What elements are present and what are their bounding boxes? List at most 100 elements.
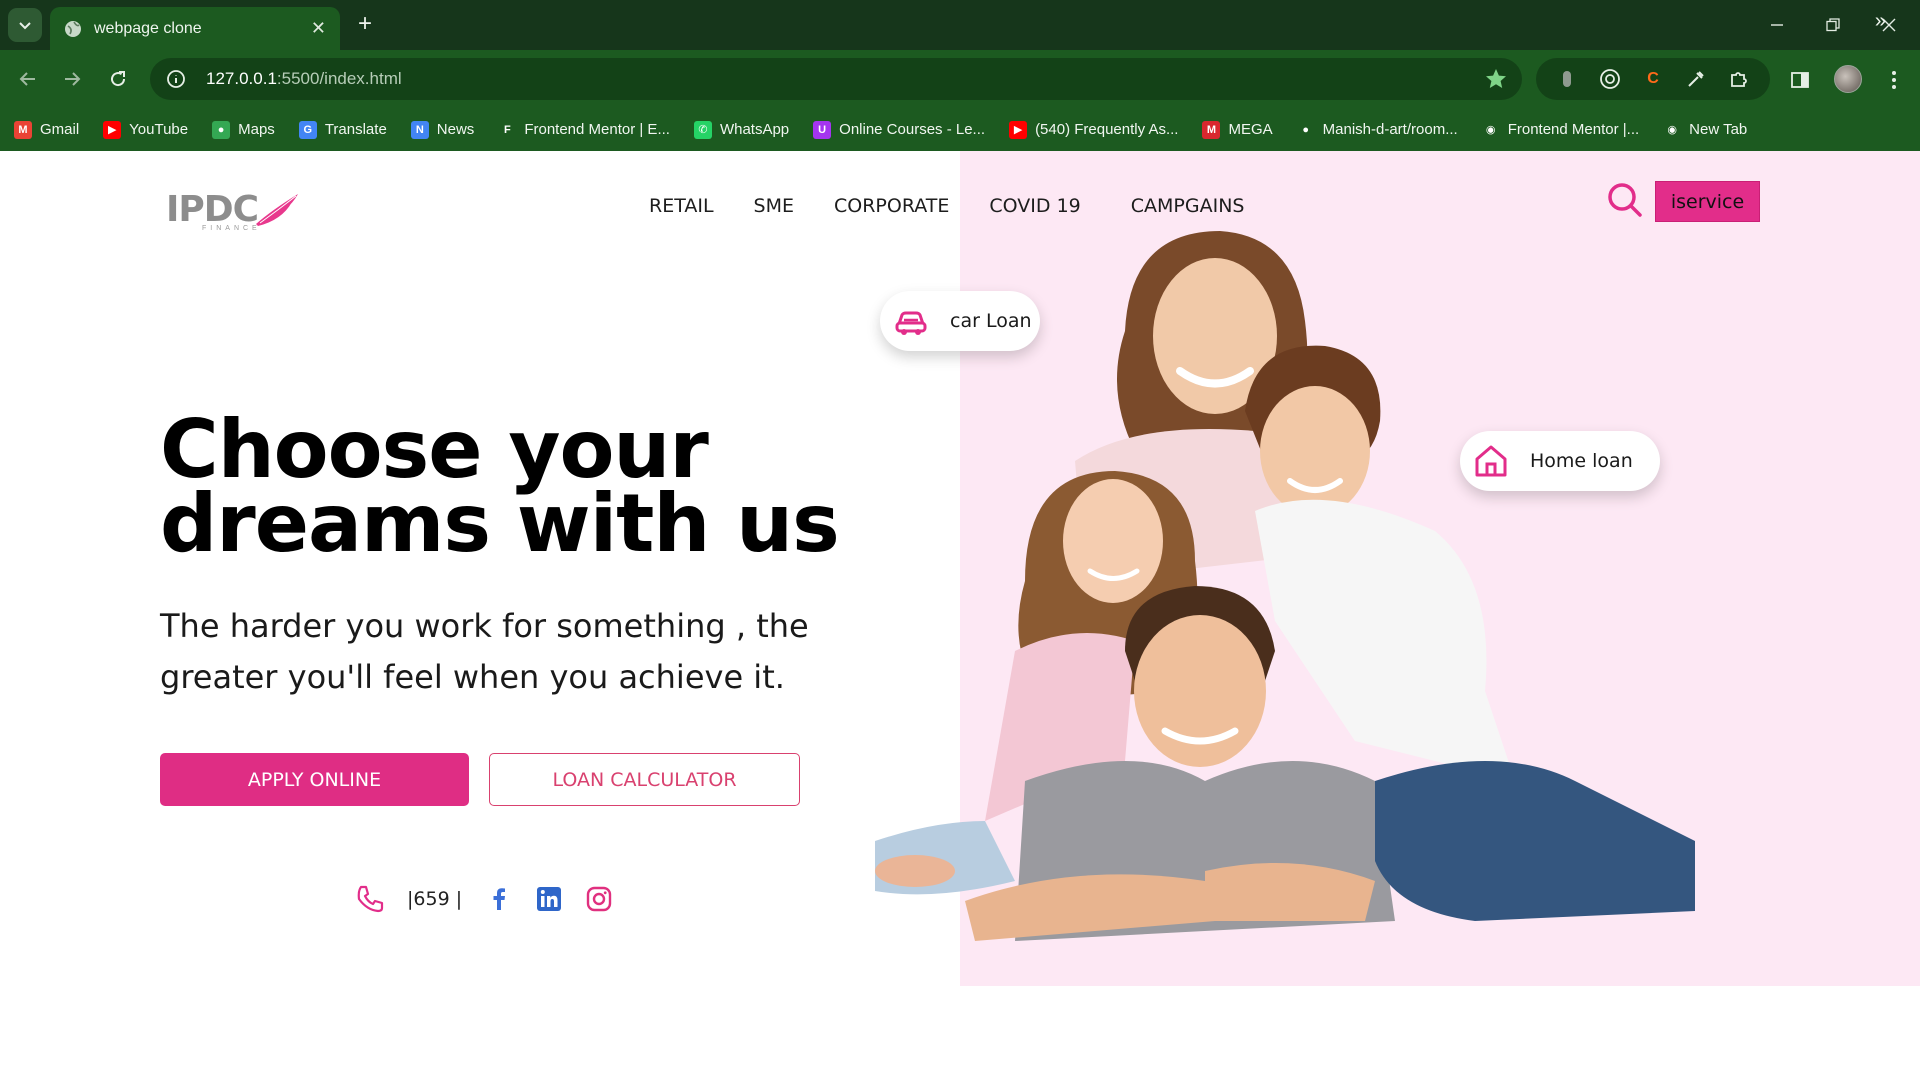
- url-text[interactable]: 127.0.0.1:5500/index.html: [206, 69, 402, 89]
- bookmarks-overflow-icon[interactable]: »: [1875, 10, 1886, 33]
- bookmark-label: (540) Frequently As...: [1035, 121, 1179, 138]
- forward-icon[interactable]: [58, 65, 86, 93]
- bookmark-item[interactable]: ● Maps: [212, 120, 275, 139]
- side-panel-icon[interactable]: [1786, 66, 1814, 94]
- car-icon: [895, 311, 927, 335]
- back-icon[interactable]: [14, 65, 42, 93]
- extensions-puzzle-icon[interactable]: [1726, 66, 1752, 92]
- bookmark-item[interactable]: ◉ New Tab: [1663, 121, 1747, 139]
- news-icon: N: [410, 120, 429, 139]
- bookmark-item[interactable]: ◉ Frontend Mentor |...: [1482, 121, 1639, 139]
- tab-active[interactable]: webpage clone ✕: [50, 7, 340, 50]
- more-menu-icon[interactable]: [1880, 66, 1908, 94]
- nav-retail[interactable]: RETAIL: [649, 195, 714, 217]
- bookmark-item[interactable]: ✆ WhatsApp: [693, 120, 790, 139]
- hero-subtitle: The harder you work for something , the …: [160, 607, 809, 696]
- bookmark-label: New Tab: [1689, 121, 1748, 138]
- restore-icon[interactable]: [1820, 12, 1846, 38]
- bookmark-star-icon[interactable]: [1484, 67, 1508, 91]
- bookmark-item[interactable]: M MEGA: [1202, 120, 1273, 139]
- facebook-icon[interactable]: [486, 886, 512, 912]
- home-loan-label: Home loan: [1530, 450, 1633, 472]
- translate-icon: G: [298, 120, 317, 139]
- site-logo[interactable]: IPDC FINANCE: [166, 189, 302, 232]
- tab-search-button[interactable]: [8, 8, 42, 42]
- apply-online-button[interactable]: APPLY ONLINE: [160, 753, 469, 806]
- youtube-icon: ▶: [1009, 120, 1028, 139]
- whatsapp-icon: ✆: [693, 120, 712, 139]
- udemy-icon: U: [813, 120, 832, 139]
- nav-corporate[interactable]: CORPORATE: [834, 195, 949, 217]
- feather-icon: [256, 193, 299, 226]
- bookmark-item[interactable]: G Translate: [298, 120, 387, 139]
- home-icon: [1475, 445, 1507, 477]
- phone-number: |659 |: [407, 888, 463, 910]
- site-info-icon[interactable]: [164, 67, 188, 91]
- mega-icon: M: [1202, 120, 1221, 139]
- bookmark-label: Translate: [324, 121, 387, 138]
- bookmark-item[interactable]: ● Manish-d-art/room...: [1297, 121, 1458, 139]
- bookmark-label: News: [436, 121, 475, 138]
- close-icon[interactable]: ✕: [311, 18, 326, 39]
- tab-strip: webpage clone ✕ +: [0, 0, 1920, 50]
- car-loan-label: car Loan: [950, 310, 1032, 332]
- nav-sme[interactable]: SME: [754, 195, 794, 217]
- nav-covid-19[interactable]: COVID 19: [989, 195, 1080, 217]
- extension-icon-2[interactable]: [1597, 66, 1623, 92]
- bookmark-label: WhatsApp: [719, 121, 790, 138]
- hero-title-line-2: dreams with us: [160, 477, 840, 570]
- car-loan-pill[interactable]: car Loan: [880, 291, 1040, 351]
- bookmark-label: Gmail: [40, 121, 80, 138]
- globe-icon: ◉: [1667, 124, 1677, 136]
- browser-toolbar: 127.0.0.1:5500/index.html C: [0, 50, 1920, 108]
- profile-avatar[interactable]: [1834, 65, 1862, 93]
- bookmark-item[interactable]: ▶ (540) Frequently As...: [1009, 120, 1179, 139]
- minimize-icon[interactable]: [1764, 12, 1790, 38]
- reload-icon[interactable]: [104, 65, 132, 93]
- search-icon[interactable]: [1606, 181, 1644, 219]
- bookmark-item[interactable]: F Frontend Mentor | E...: [498, 121, 670, 139]
- tab-title: webpage clone: [94, 19, 202, 37]
- linkedin-icon[interactable]: [536, 886, 562, 912]
- phone-icon[interactable]: [355, 884, 385, 914]
- bookmark-label: Frontend Mentor | E...: [524, 121, 670, 138]
- globe-icon: [65, 20, 81, 37]
- bookmark-item[interactable]: ▶ YouTube: [103, 120, 189, 139]
- url-host: 127.0.0.1: [206, 69, 277, 88]
- webpage: IPDC FINANCE RETAIL SME CORPORATE COVID …: [0, 151, 1920, 1080]
- globe-icon: ◉: [1485, 124, 1496, 136]
- contact-row: |659 |: [355, 884, 612, 914]
- youtube-icon: ▶: [103, 120, 122, 139]
- iservice-button[interactable]: iservice: [1655, 181, 1760, 222]
- bookmark-label: YouTube: [129, 121, 189, 138]
- instagram-icon[interactable]: [586, 886, 612, 912]
- new-tab-button[interactable]: +: [352, 12, 378, 38]
- logo-text: IPDC: [166, 189, 259, 230]
- gmail-icon: M: [14, 120, 32, 139]
- extensions-group: C: [1536, 58, 1770, 100]
- bookmark-label: Manish-d-art/room...: [1322, 121, 1458, 138]
- eyedropper-icon[interactable]: [1683, 66, 1709, 92]
- bookmark-label: Frontend Mentor |...: [1507, 121, 1640, 138]
- extension-icon-3[interactable]: C: [1640, 66, 1666, 92]
- github-icon: ●: [1302, 123, 1309, 136]
- extension-icon-1[interactable]: [1554, 66, 1580, 92]
- chevron-down-icon: [19, 22, 31, 30]
- bookmark-label: MEGA: [1228, 121, 1273, 138]
- bookmark-item[interactable]: N News: [410, 120, 475, 139]
- logo-subtext: FINANCE: [202, 225, 261, 232]
- bookmarks-bar: M Gmail ▶ YouTube ● Maps G Translate N News F Front…: [0, 108, 1920, 151]
- bookmark-item[interactable]: M Gmail: [14, 120, 80, 139]
- browser-chrome: webpage clone ✕ + 127.0.0.1:5500/index.h…: [0, 0, 1920, 151]
- main-navigation: RETAIL SME CORPORATE COVID 19 CAMPGAINS: [649, 195, 1284, 217]
- bookmark-label: Maps: [238, 121, 275, 138]
- address-bar[interactable]: 127.0.0.1:5500/index.html: [150, 58, 1522, 100]
- frontend-mentor-icon: F: [503, 123, 511, 136]
- hero-title: Choose your dreams with us: [160, 410, 840, 564]
- loan-calculator-button[interactable]: LOAN CALCULATOR: [489, 753, 800, 806]
- url-path: :5500/index.html: [276, 69, 402, 88]
- nav-campgains[interactable]: CAMPGAINS: [1131, 195, 1245, 217]
- home-loan-pill[interactable]: Home loan: [1460, 431, 1660, 491]
- bookmark-item[interactable]: U Online Courses - Le...: [813, 120, 986, 139]
- bookmark-label: Online Courses - Le...: [839, 121, 986, 138]
